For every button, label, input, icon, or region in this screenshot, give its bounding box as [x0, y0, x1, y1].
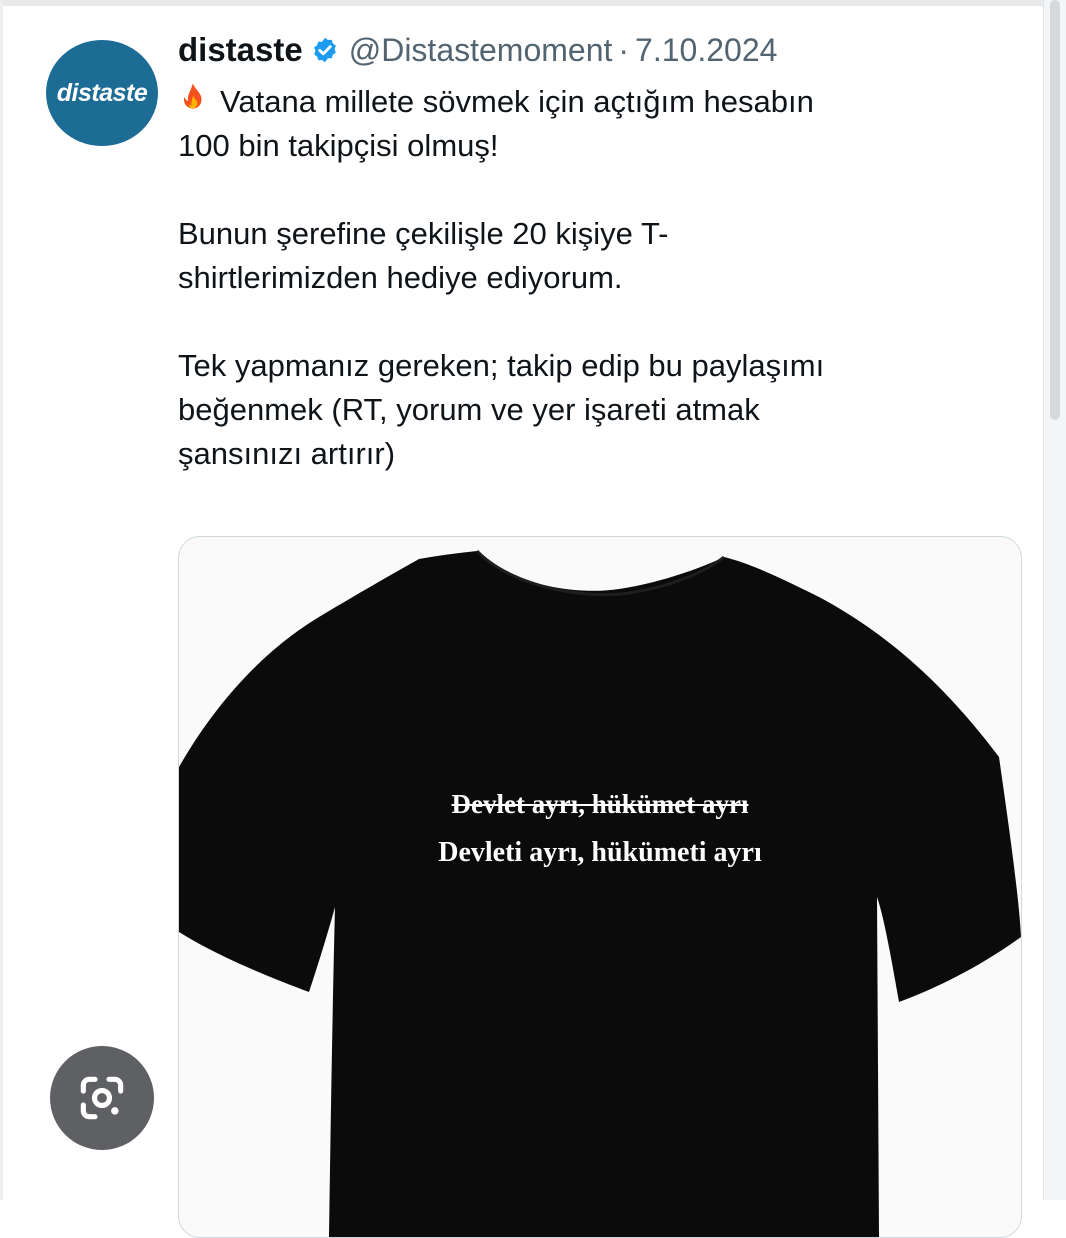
avatar[interactable]: distaste — [46, 40, 158, 146]
left-border — [0, 0, 3, 1200]
top-border — [0, 0, 1066, 6]
tweet-date[interactable]: 7.10.2024 — [635, 32, 777, 69]
tweet-line: 100 bin takipçisi olmuş! — [178, 128, 499, 163]
tweet-header: distaste @Distastemoment · 7.10.2024 — [178, 28, 777, 72]
tweet-line: Tek yapmanız gereken; takip edip bu payl… — [178, 348, 825, 383]
fire-icon — [184, 83, 202, 109]
display-name[interactable]: distaste — [178, 31, 303, 69]
tweet-text: Vatana millete sövmek için açtığım hesab… — [178, 80, 998, 476]
avatar-text: distaste — [56, 78, 148, 107]
shirt-text-struck: Devlet ayrı, hükümet ayrı — [451, 789, 749, 819]
tweet-line: Bunun şerefine çekilişle 20 kişiye T- — [178, 216, 669, 251]
tweet-media-image[interactable]: Devlet ayrı, hükümet ayrı Devleti ayrı, … — [178, 536, 1022, 1238]
tweet-line: shirtlerimizden hediye ediyorum. — [178, 260, 623, 295]
scrollbar[interactable] — [1043, 0, 1066, 1200]
lens-search-button[interactable] — [50, 1046, 154, 1150]
shirt-text: Devleti ayrı, hükümeti ayrı — [438, 837, 762, 868]
tweet-line: Vatana millete sövmek için açtığım hesab… — [178, 80, 998, 124]
lens-search-icon — [80, 1076, 124, 1120]
user-handle[interactable]: @Distastemoment — [349, 32, 613, 69]
tweet-line: şansınızı artırır) — [178, 436, 396, 471]
tweet-line-text: Vatana millete sövmek için açtığım hesab… — [220, 84, 814, 119]
verified-badge-icon — [313, 37, 336, 63]
separator-dot: · — [618, 31, 630, 68]
tshirt-image — [179, 549, 1021, 1237]
scrollbar-thumb[interactable] — [1050, 0, 1060, 420]
tweet-line: beğenmek (RT, yorum ve yer işareti atmak — [178, 392, 760, 427]
